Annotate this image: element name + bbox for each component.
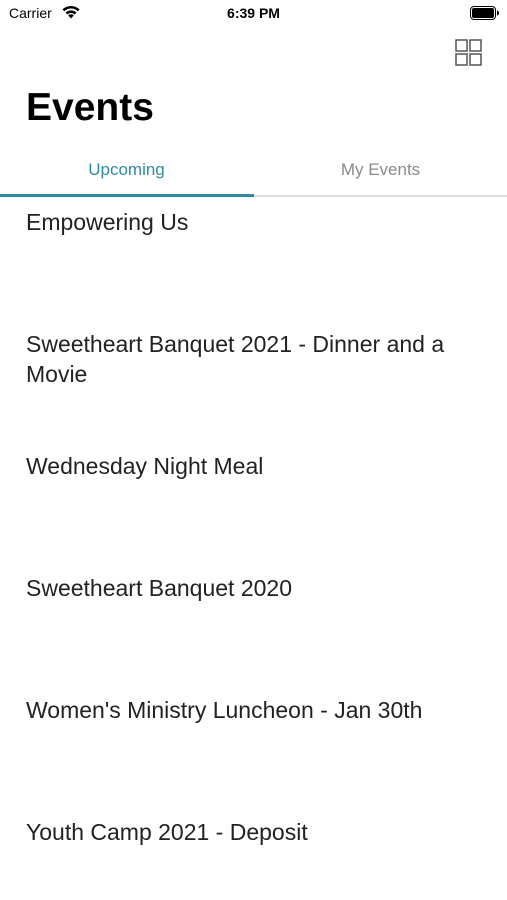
event-title: Wednesday Night Meal <box>26 453 264 479</box>
battery-icon <box>470 6 499 20</box>
page-title: Events <box>26 86 154 129</box>
tab-bar: Upcoming My Events <box>0 150 507 197</box>
status-bar: Carrier 6:39 PM <box>0 0 507 28</box>
event-title: Sweetheart Banquet 2020 <box>26 575 292 601</box>
event-title: Sweetheart Banquet 2021 - Dinner and a M… <box>26 331 445 387</box>
event-item[interactable]: Sweetheart Banquet 2021 - Dinner and a M… <box>0 319 507 441</box>
status-time: 6:39 PM <box>227 5 280 21</box>
event-list: Empowering Us Sweetheart Banquet 2021 - … <box>0 197 507 900</box>
tab-my-events[interactable]: My Events <box>254 150 507 195</box>
grid-view-button[interactable] <box>453 37 485 69</box>
event-item[interactable]: Women's Ministry Luncheon - Jan 30th <box>0 685 507 807</box>
event-title: Youth Camp 2021 - Deposit <box>26 819 308 845</box>
event-title: Women's Ministry Luncheon - Jan 30th <box>26 697 423 723</box>
tab-upcoming[interactable]: Upcoming <box>0 150 253 195</box>
event-item[interactable]: Sweetheart Banquet 2020 <box>0 563 507 685</box>
event-item[interactable]: Youth Camp 2021 - Deposit <box>0 807 507 900</box>
event-item[interactable]: Wednesday Night Meal <box>0 441 507 563</box>
event-item[interactable]: Empowering Us <box>0 197 507 319</box>
event-title: Empowering Us <box>26 209 189 235</box>
grid-view-icon <box>455 39 482 66</box>
